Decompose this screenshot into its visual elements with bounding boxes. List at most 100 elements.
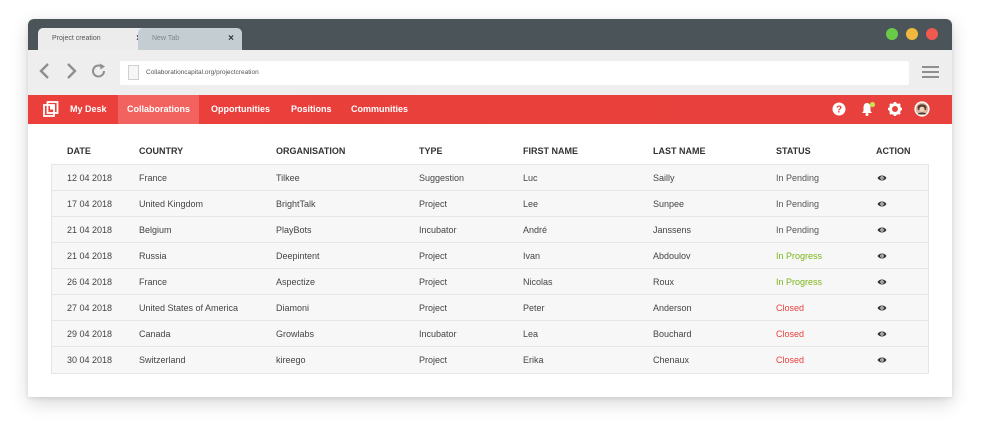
table-body: 12 04 2018 France Tilkee Suggestion Luc Saill… bbox=[51, 164, 929, 374]
cell-type: Project bbox=[419, 303, 448, 313]
cell-first-name: Lee bbox=[523, 199, 539, 209]
maximize-button[interactable] bbox=[886, 28, 898, 40]
eye-icon[interactable] bbox=[877, 356, 887, 364]
table-row[interactable]: 29 04 2018 Canada Growlabs Incubator Lea Bouc… bbox=[52, 321, 928, 347]
eye-icon[interactable] bbox=[877, 200, 887, 208]
svg-text:?: ? bbox=[836, 105, 842, 116]
eye-icon[interactable] bbox=[877, 330, 887, 338]
header-type[interactable]: TYPE bbox=[419, 139, 443, 164]
cell-date: 21 04 2018 bbox=[67, 251, 113, 261]
eye-icon[interactable] bbox=[877, 278, 887, 286]
cell-organisation: Diamoni bbox=[276, 303, 310, 313]
status-badge: In Pending bbox=[776, 199, 820, 209]
page-icon bbox=[128, 65, 139, 80]
cell-type: Suggestion bbox=[419, 173, 465, 183]
tab-project-creation[interactable]: Project creation × bbox=[38, 28, 150, 50]
header-date[interactable]: DATE bbox=[67, 139, 91, 164]
tab-title: Project creation bbox=[52, 35, 101, 42]
table-row[interactable]: 17 04 2018 United Kingdom BrightTalk Projec… bbox=[52, 191, 928, 217]
cell-last-name: Roux bbox=[653, 277, 675, 287]
cell-first-name: Peter bbox=[523, 303, 545, 313]
tab-new-tab[interactable]: New Tab × bbox=[138, 28, 242, 50]
forward-icon[interactable] bbox=[64, 61, 78, 81]
cell-type: Project bbox=[419, 277, 448, 287]
cell-last-name: Anderson bbox=[653, 303, 692, 313]
status-badge: In Progress bbox=[776, 251, 823, 261]
nav-opportunities[interactable]: Opportunities bbox=[211, 95, 270, 124]
nav-my-desk[interactable]: My Desk bbox=[70, 95, 107, 124]
cell-first-name: Lea bbox=[523, 329, 539, 339]
header-first-name[interactable]: FIRST NAME bbox=[523, 139, 578, 164]
cell-type: Project bbox=[419, 199, 448, 209]
status-badge: Closed bbox=[776, 303, 805, 313]
browser-window: Project creation × New Tab × Collaborati… bbox=[28, 19, 952, 397]
nav-collaborations[interactable]: Collaborations bbox=[118, 95, 200, 124]
table-row[interactable]: 21 04 2018 Russia Deepintent Project Ivan Abd… bbox=[52, 243, 928, 269]
cell-date: 30 04 2018 bbox=[67, 355, 113, 365]
cell-type: Project bbox=[419, 355, 448, 365]
url-text: Collaborationcapital.org/projectcreation bbox=[146, 69, 259, 76]
status-badge: In Pending bbox=[776, 225, 820, 235]
cell-last-name: Abdoulov bbox=[653, 251, 691, 261]
cell-organisation: Aspectize bbox=[276, 277, 316, 287]
eye-icon[interactable] bbox=[877, 252, 887, 260]
cell-last-name: Sailly bbox=[653, 173, 675, 183]
url-field[interactable]: Collaborationcapital.org/projectcreation bbox=[120, 61, 909, 85]
header-country[interactable]: COUNTRY bbox=[139, 139, 183, 164]
cell-first-name: Erika bbox=[523, 355, 544, 365]
table-row[interactable]: 27 04 2018 United States of America Diamon… bbox=[52, 295, 928, 321]
cell-country: United Kingdom bbox=[139, 199, 204, 209]
back-icon[interactable] bbox=[38, 61, 52, 81]
cell-country: Canada bbox=[139, 329, 171, 339]
notification-icon[interactable] bbox=[860, 101, 876, 117]
table-row[interactable]: 21 04 2018 Belgium PlayBots Incubator André J… bbox=[52, 217, 928, 243]
cell-type: Project bbox=[419, 251, 448, 261]
eye-icon[interactable] bbox=[877, 226, 887, 234]
status-badge: In Progress bbox=[776, 277, 823, 287]
close-tab-icon[interactable]: × bbox=[228, 28, 234, 50]
cell-organisation: PlayBots bbox=[276, 225, 312, 235]
reload-icon[interactable] bbox=[90, 61, 108, 81]
cell-organisation: Deepintent bbox=[276, 251, 320, 261]
menu-icon[interactable] bbox=[922, 66, 939, 81]
header-last-name[interactable]: LAST NAME bbox=[653, 139, 706, 164]
cell-country: Russia bbox=[139, 251, 167, 261]
cell-last-name: Janssens bbox=[653, 225, 692, 235]
status-badge: In Pending bbox=[776, 173, 820, 183]
table-row[interactable]: 30 04 2018 Switzerland kireego Project Erika… bbox=[52, 347, 928, 373]
collaborations-table: DATE COUNTRY ORGANISATION TYPE FIRST NAM… bbox=[51, 139, 929, 374]
eye-icon[interactable] bbox=[877, 174, 887, 182]
eye-icon[interactable] bbox=[877, 304, 887, 312]
close-window-button[interactable] bbox=[926, 28, 938, 40]
cell-last-name: Bouchard bbox=[653, 329, 692, 339]
title-bar: Project creation × New Tab × bbox=[28, 19, 952, 50]
table-row[interactable]: 26 04 2018 France Aspectize Project Nicolas R… bbox=[52, 269, 928, 295]
header-organisation[interactable]: ORGANISATION bbox=[276, 139, 345, 164]
address-bar: Collaborationcapital.org/projectcreation bbox=[28, 50, 952, 95]
cell-country: France bbox=[139, 277, 168, 287]
cell-last-name: Chenaux bbox=[653, 355, 690, 365]
cell-date: 12 04 2018 bbox=[67, 173, 113, 183]
avatar[interactable] bbox=[914, 101, 930, 117]
help-icon[interactable]: ? bbox=[832, 102, 846, 116]
cell-date: 17 04 2018 bbox=[67, 199, 113, 209]
cell-country: United States of America bbox=[139, 303, 239, 313]
cell-date: 29 04 2018 bbox=[67, 329, 113, 339]
nav-positions[interactable]: Positions bbox=[291, 95, 332, 124]
settings-icon[interactable] bbox=[888, 102, 902, 116]
cell-country: Belgium bbox=[139, 225, 172, 235]
app-navbar: My Desk Collaborations Opportunities Pos… bbox=[28, 95, 952, 124]
header-action: ACTION bbox=[876, 146, 911, 156]
header-status[interactable]: STATUS bbox=[776, 139, 811, 164]
status-badge: Closed bbox=[776, 355, 805, 365]
logo-icon[interactable] bbox=[43, 101, 59, 117]
cell-organisation: Tilkee bbox=[276, 173, 300, 183]
cell-type: Incubator bbox=[419, 225, 457, 235]
cell-country: Switzerland bbox=[139, 355, 186, 365]
minimize-button[interactable] bbox=[906, 28, 918, 40]
table-header: DATE COUNTRY ORGANISATION TYPE FIRST NAM… bbox=[51, 139, 929, 164]
table-row[interactable]: 12 04 2018 France Tilkee Suggestion Luc Saill… bbox=[52, 165, 928, 191]
nav-communities[interactable]: Communities bbox=[351, 95, 408, 124]
cell-organisation: kireego bbox=[276, 355, 306, 365]
cell-organisation: BrightTalk bbox=[276, 199, 316, 209]
